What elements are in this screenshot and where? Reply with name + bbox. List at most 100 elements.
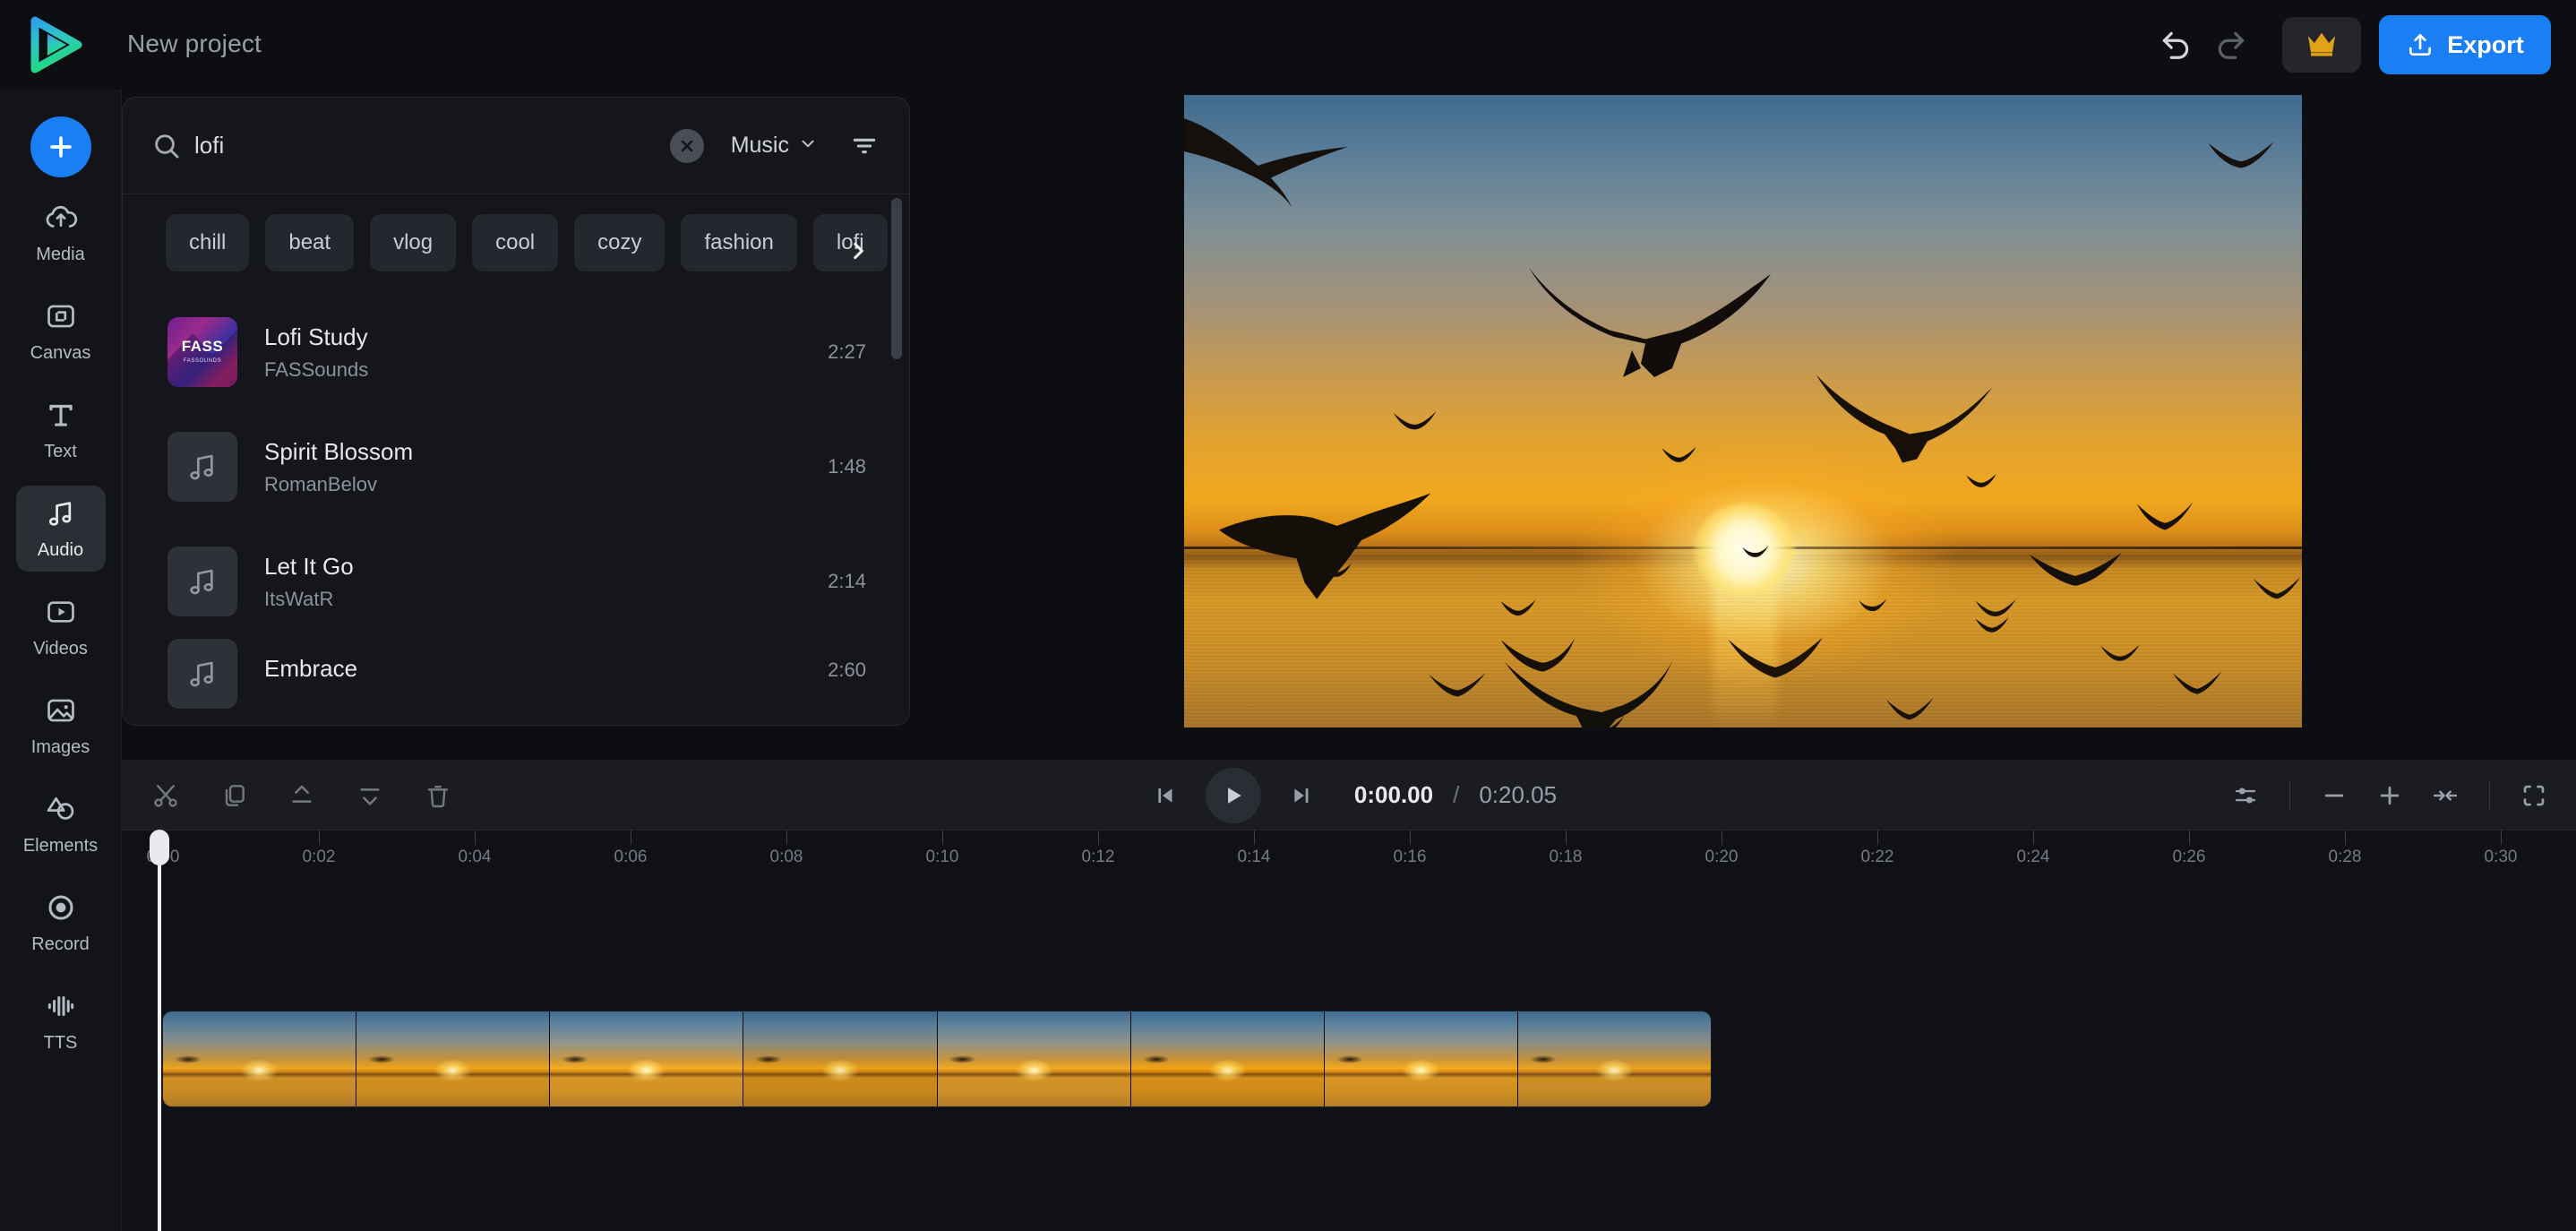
audio-library-panel: Music chill beat vlog cool cozy fashion … — [122, 97, 910, 726]
sidebar-item-label: Images — [30, 737, 90, 757]
filmstrip-frame — [1130, 1011, 1325, 1106]
tag-chip[interactable]: beat — [265, 214, 355, 271]
duplicate-icon[interactable] — [210, 771, 258, 820]
sidebar-item-audio[interactable]: Audio — [15, 486, 106, 572]
chevron-right-icon[interactable] — [845, 236, 872, 266]
music-note-icon — [44, 496, 78, 535]
top-bar-actions: Export — [2148, 13, 2551, 77]
seagull-silhouette — [1802, 364, 1999, 476]
filmstrip-frame — [937, 1011, 1131, 1106]
zoom-in-icon[interactable] — [2366, 771, 2414, 820]
panel-scrollbar[interactable] — [891, 198, 902, 723]
fullscreen-icon[interactable] — [2510, 771, 2558, 820]
upgrade-premium-button[interactable] — [2282, 17, 2361, 73]
add-media-button[interactable] — [30, 116, 91, 177]
delete-trash-icon[interactable] — [414, 771, 462, 820]
play-logo[interactable] — [27, 16, 86, 73]
ruler-label: 0:16 — [1393, 848, 1427, 866]
seagull-silhouette — [1426, 668, 1489, 706]
track-title: Let It Go — [264, 552, 354, 580]
list-item[interactable]: Let It Go ItsWatR 2:14 — [123, 524, 909, 639]
timeline: 0:00.00 / 0:20.05 0:00 0:02 0:04 0:06 0:… — [122, 760, 2576, 1231]
text-icon — [44, 398, 78, 436]
current-time: 0:00.00 — [1353, 781, 1434, 808]
export-button[interactable]: Export — [2379, 15, 2551, 74]
sidebar-item-text[interactable]: Text — [16, 387, 106, 473]
list-item[interactable]: Embrace 2:60 — [123, 639, 909, 709]
ruler-label: 0:04 — [458, 848, 492, 866]
skip-next-icon[interactable] — [1277, 771, 1326, 820]
list-item[interactable]: Spirit Blossom RomanBelov 1:48 — [123, 409, 909, 524]
sidebar-item-record[interactable]: Record — [16, 880, 106, 966]
sidebar-item-tts[interactable]: TTS — [16, 978, 106, 1064]
track-meta: Embrace — [264, 655, 828, 683]
sidebar-item-media[interactable]: Media — [16, 190, 106, 276]
video-clip[interactable] — [163, 1011, 1711, 1106]
sidebar-item-canvas[interactable]: Canvas — [16, 288, 106, 374]
seagull-silhouette — [1883, 695, 1936, 727]
ruler-label: 0:00 — [146, 848, 180, 866]
seagull-silhouette — [2250, 574, 2302, 607]
tag-chip[interactable]: chill — [166, 214, 250, 271]
skip-previous-icon[interactable] — [1141, 771, 1189, 820]
seagull-silhouette — [2169, 668, 2225, 702]
split-scissors-icon[interactable] — [142, 771, 190, 820]
seagull-silhouette — [1390, 409, 1439, 437]
ruler-tick — [2033, 831, 2034, 845]
seagull-silhouette — [1498, 650, 1677, 727]
zoom-out-icon[interactable] — [2310, 771, 2358, 820]
filter-icon[interactable] — [845, 126, 884, 166]
fit-to-screen-icon[interactable] — [2421, 771, 2469, 820]
clear-search-button[interactable] — [669, 128, 704, 163]
split-down-icon[interactable] — [346, 771, 394, 820]
category-label: Music — [730, 133, 789, 158]
tag-chip[interactable]: fashion — [681, 214, 797, 271]
scrollbar-thumb[interactable] — [891, 198, 902, 359]
track-settings-icon[interactable] — [2221, 771, 2270, 820]
ruler-label: 0:14 — [1237, 848, 1271, 866]
play-button[interactable] — [1205, 767, 1261, 823]
sidebar-item-label: Videos — [33, 639, 88, 659]
sidebar-item-images[interactable]: Images — [16, 683, 106, 769]
sidebar-item-elements[interactable]: Elements — [16, 781, 106, 867]
ruler-label: 0:18 — [1549, 848, 1583, 866]
undo-icon[interactable] — [2148, 17, 2203, 73]
track-artist: ItsWatR — [264, 587, 334, 610]
sidebar-item-label: Canvas — [30, 343, 91, 363]
timeline-tracks[interactable] — [122, 877, 2576, 1231]
tag-chip[interactable]: vlog — [370, 214, 457, 271]
time-separator: / — [1453, 781, 1460, 808]
seagull-silhouette — [1659, 444, 1699, 468]
tag-chip[interactable]: cozy — [574, 214, 665, 271]
music-note-placeholder — [167, 547, 237, 616]
category-dropdown[interactable]: Music — [731, 133, 818, 159]
video-icon — [44, 595, 78, 633]
split-up-icon[interactable] — [278, 771, 326, 820]
sidebar-item-videos[interactable]: Videos — [16, 584, 106, 670]
ruler-label: 0:30 — [2484, 848, 2518, 866]
video-preview[interactable] — [1184, 95, 2302, 727]
search-input[interactable] — [194, 132, 670, 159]
canvas-icon — [44, 299, 78, 338]
sidebar-item-label: Record — [31, 934, 90, 954]
seagull-silhouette — [2205, 138, 2277, 178]
export-label: Export — [2447, 30, 2524, 58]
sidebar-item-label: Elements — [22, 836, 99, 856]
project-title[interactable]: New project — [127, 30, 262, 58]
timeline-view-controls — [2221, 771, 2558, 820]
svg-text:FASSOUNDS: FASSOUNDS — [184, 358, 221, 364]
redo-icon[interactable] — [2203, 17, 2259, 73]
seagull-silhouette — [1211, 489, 1435, 624]
timeline-ruler[interactable]: 0:00 0:02 0:04 0:06 0:08 0:10 0:12 0:14 … — [122, 831, 2576, 877]
panel-search-row: Music — [123, 98, 909, 194]
filmstrip-frame — [550, 1011, 744, 1106]
ruler-tick — [2345, 831, 2346, 845]
ruler-label: 0:24 — [2016, 848, 2050, 866]
ruler-label: 0:20 — [1704, 848, 1739, 866]
ruler-tick — [786, 831, 787, 845]
tag-chip[interactable]: cool — [472, 214, 559, 271]
ruler-label: 0:22 — [1860, 848, 1894, 866]
left-sidebar: Media Canvas Text Audio Videos Images El… — [0, 90, 122, 1231]
track-duration: 1:48 — [828, 455, 866, 478]
list-item[interactable]: FASS FASSOUNDS Lofi Study FASSounds 2:27 — [123, 295, 909, 409]
